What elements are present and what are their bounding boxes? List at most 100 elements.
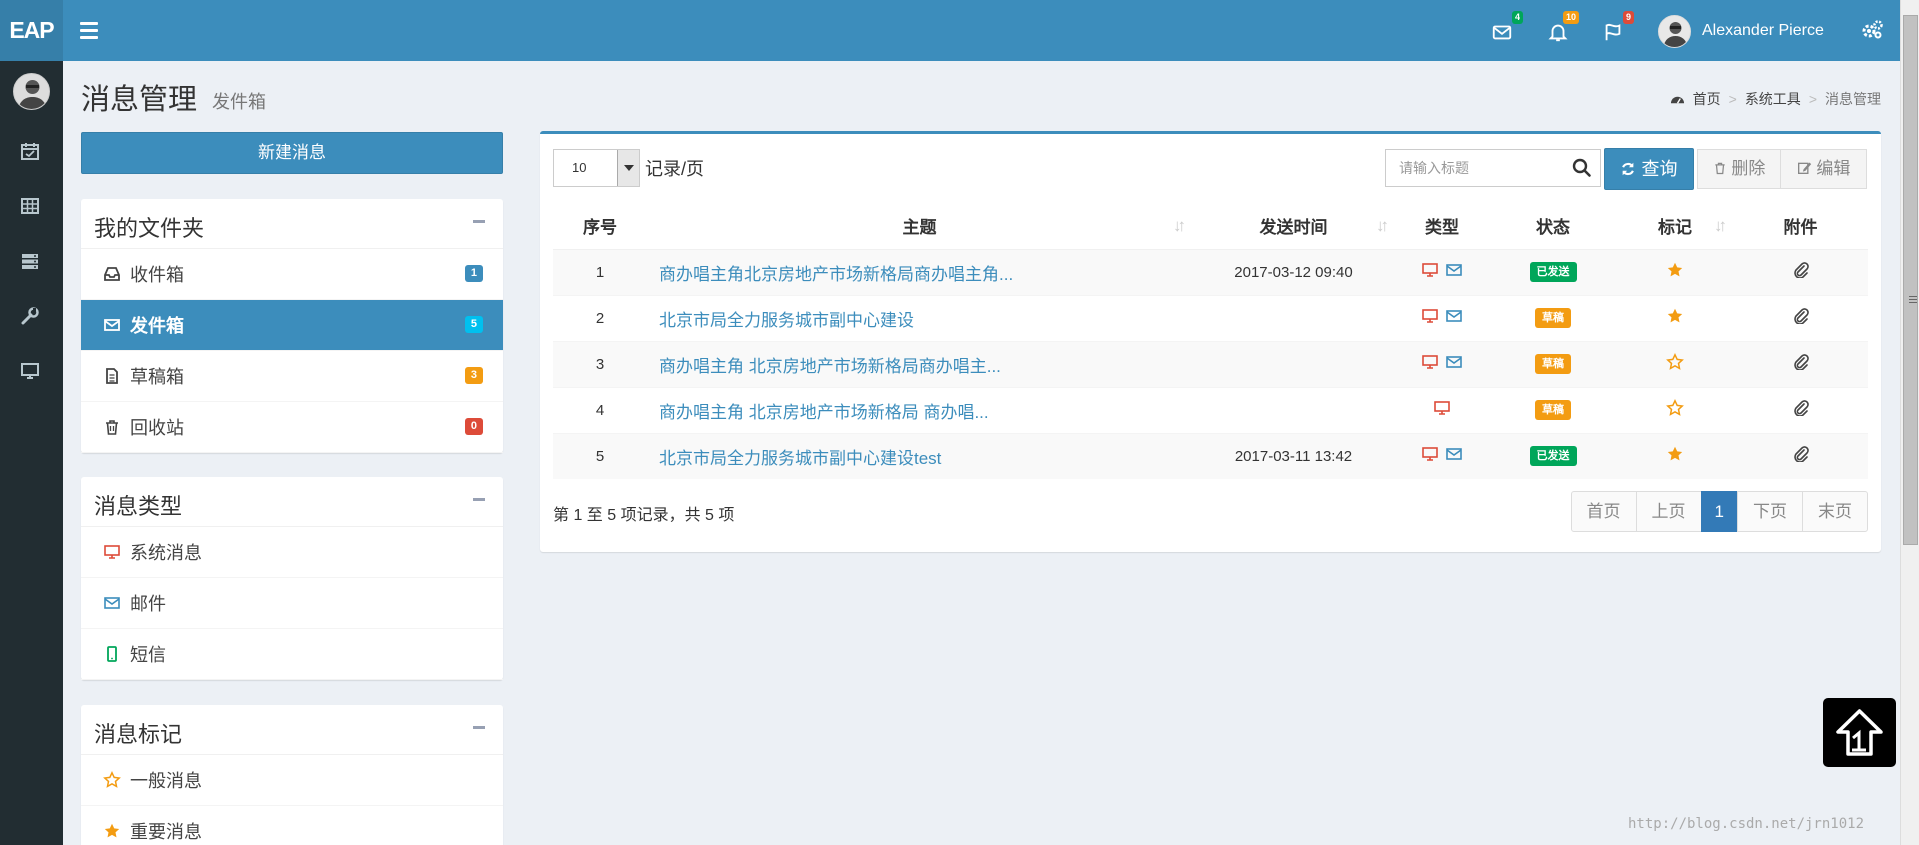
page-subtitle: 发件箱: [212, 92, 266, 112]
sidebar-item-server[interactable]: [20, 251, 42, 273]
status-badge: 草稿: [1535, 400, 1571, 420]
type-item-sms[interactable]: 短信: [81, 629, 503, 680]
mark-item-normal[interactable]: 一般消息: [81, 755, 503, 806]
cell-mark[interactable]: [1617, 340, 1733, 387]
paperclip-icon[interactable]: [1793, 262, 1809, 279]
cell-send-time: 2017-03-11 13:42: [1192, 432, 1395, 479]
messages-menu-button[interactable]: 4: [1487, 11, 1523, 45]
edit-icon: [1797, 162, 1811, 174]
query-button[interactable]: 查询: [1604, 148, 1694, 190]
cell-attachment[interactable]: [1733, 294, 1868, 341]
column-header-mark[interactable]: 标记 ↓↑: [1617, 202, 1733, 250]
trash-icon: [103, 418, 121, 436]
pager-next[interactable]: 下页: [1737, 491, 1803, 532]
delete-label: 删除: [1731, 159, 1766, 178]
message-subject-link[interactable]: 商办唱主角 北京房地产市场新格局 商办唱...: [647, 386, 1192, 433]
cell-no: 5: [553, 432, 647, 479]
sidebar-item-monitor[interactable]: [20, 361, 42, 383]
star-outline-icon[interactable]: [1666, 399, 1684, 417]
collapse-button[interactable]: [473, 498, 485, 501]
message-subject-link[interactable]: 商办唱主角北京房地产市场新格局商办唱主角...: [647, 248, 1192, 295]
star-filled-icon[interactable]: [1666, 307, 1684, 325]
paperclip-icon[interactable]: [1793, 446, 1809, 464]
sidebar-toggle-button[interactable]: [78, 18, 100, 42]
search-input[interactable]: 请输入标题: [1385, 149, 1601, 187]
cell-mark[interactable]: [1617, 386, 1733, 433]
message-subject-link[interactable]: 北京市局全力服务城市副中心建设: [647, 294, 1192, 341]
compose-message-button[interactable]: 新建消息: [81, 132, 503, 174]
desktop-icon: [21, 363, 39, 379]
pager-first[interactable]: 首页: [1570, 491, 1637, 532]
sidebar-user-avatar[interactable]: [13, 73, 50, 110]
page-size-select[interactable]: 10: [553, 149, 640, 187]
folders-box-header: 我的文件夹: [81, 199, 503, 249]
table-row[interactable]: 2 北京市局全力服务城市副中心建设 草稿: [553, 294, 1868, 341]
sort-icon[interactable]: ↓↑: [1173, 216, 1186, 236]
column-header-time[interactable]: 发送时间 ↓↑: [1192, 202, 1395, 250]
mark-item-important[interactable]: 重要消息: [81, 806, 503, 845]
pager-prev[interactable]: 上页: [1635, 491, 1702, 532]
collapse-button[interactable]: [473, 726, 485, 729]
user-menu[interactable]: Alexander Pierce: [1658, 14, 1824, 48]
sidebar-item-tools[interactable]: [20, 306, 42, 328]
edit-button[interactable]: 编辑: [1780, 149, 1867, 189]
sidebar-item-table[interactable]: [20, 196, 42, 218]
search-icon[interactable]: [1572, 158, 1592, 178]
table-row[interactable]: 3 商办唱主角 北京房地产市场新格局商办唱主... 草稿: [553, 340, 1868, 387]
column-header-subject[interactable]: 主题 ↓↑: [647, 202, 1192, 250]
cell-mark[interactable]: [1617, 294, 1733, 341]
cell-attachment[interactable]: [1733, 340, 1868, 387]
cell-mark[interactable]: [1617, 248, 1733, 295]
breadcrumb-tools-link[interactable]: 系统工具: [1745, 89, 1801, 109]
scrollbar-thumb[interactable]: [1903, 15, 1918, 545]
folder-item-outbox[interactable]: 发件箱 5: [81, 300, 503, 351]
star-filled-icon[interactable]: [1666, 261, 1684, 279]
folder-item-drafts[interactable]: 草稿箱 3: [81, 351, 503, 402]
collapse-button[interactable]: [473, 220, 485, 223]
vertical-scrollbar[interactable]: [1900, 0, 1919, 845]
table-row[interactable]: 4 商办唱主角 北京房地产市场新格局 商办唱... 草稿: [553, 386, 1868, 433]
sort-icon[interactable]: ↓↑: [1714, 216, 1727, 236]
table-row[interactable]: 1 商办唱主角北京房地产市场新格局商办唱主角... 2017-03-12 09:40…: [553, 248, 1868, 295]
message-marks-box: 消息标记 一般消息 重要消息: [81, 705, 503, 845]
paperclip-icon[interactable]: [1793, 400, 1809, 417]
cell-type: [1395, 432, 1489, 479]
cell-status: 草稿: [1489, 294, 1617, 341]
cell-status: 已发送: [1489, 248, 1617, 295]
delete-button[interactable]: 删除: [1697, 149, 1781, 189]
cell-mark[interactable]: [1617, 432, 1733, 479]
cell-attachment[interactable]: [1733, 248, 1868, 295]
back-to-top-button[interactable]: [1823, 698, 1896, 767]
chevron-down-icon[interactable]: [617, 150, 639, 186]
folders-box-title: 我的文件夹: [94, 216, 205, 241]
cell-type: [1395, 340, 1489, 387]
cell-attachment[interactable]: [1733, 432, 1868, 479]
messages-table: 序号 主题 ↓↑ 发送时间 ↓↑ 类型 状态 标记 ↓↑ 附件 1 商办唱主角北京房地产…: [553, 202, 1868, 479]
pager-page-1[interactable]: 1: [1700, 491, 1738, 532]
sidebar-item-calendar[interactable]: [20, 141, 42, 163]
tasks-menu-button[interactable]: 9: [1598, 11, 1634, 45]
message-subject-link[interactable]: 商办唱主角 北京房地产市场新格局商办唱主...: [647, 340, 1192, 387]
message-subject-link[interactable]: 北京市局全力服务城市副中心建设test: [647, 432, 1192, 479]
paperclip-icon[interactable]: [1793, 354, 1809, 371]
folder-item-trash[interactable]: 回收站 0: [81, 402, 503, 453]
type-item-mail[interactable]: 邮件: [81, 578, 503, 629]
paperclip-icon[interactable]: [1793, 308, 1809, 325]
table-row[interactable]: 5 北京市局全力服务城市副中心建设test 2017-03-11 13:42 已发送: [553, 432, 1868, 479]
app-logo[interactable]: EAP: [0, 0, 63, 61]
folder-item-inbox[interactable]: 收件箱 1: [81, 249, 503, 300]
envelope-icon: [103, 316, 121, 334]
notifications-menu-button[interactable]: 10: [1543, 11, 1579, 45]
mark-label: 重要消息: [130, 822, 202, 842]
folder-count-badge: 0: [464, 418, 483, 435]
sort-icon[interactable]: ↓↑: [1376, 216, 1389, 236]
user-avatar: [1658, 14, 1691, 48]
type-item-system[interactable]: 系统消息: [81, 527, 503, 578]
control-sidebar-button[interactable]: [1860, 18, 1884, 42]
cell-attachment[interactable]: [1733, 386, 1868, 433]
breadcrumb-home-link[interactable]: 首页: [1693, 89, 1721, 109]
cell-send-time: [1192, 340, 1395, 387]
pager-last[interactable]: 末页: [1802, 491, 1868, 532]
star-filled-icon[interactable]: [1666, 445, 1684, 463]
star-outline-icon[interactable]: [1666, 353, 1684, 371]
